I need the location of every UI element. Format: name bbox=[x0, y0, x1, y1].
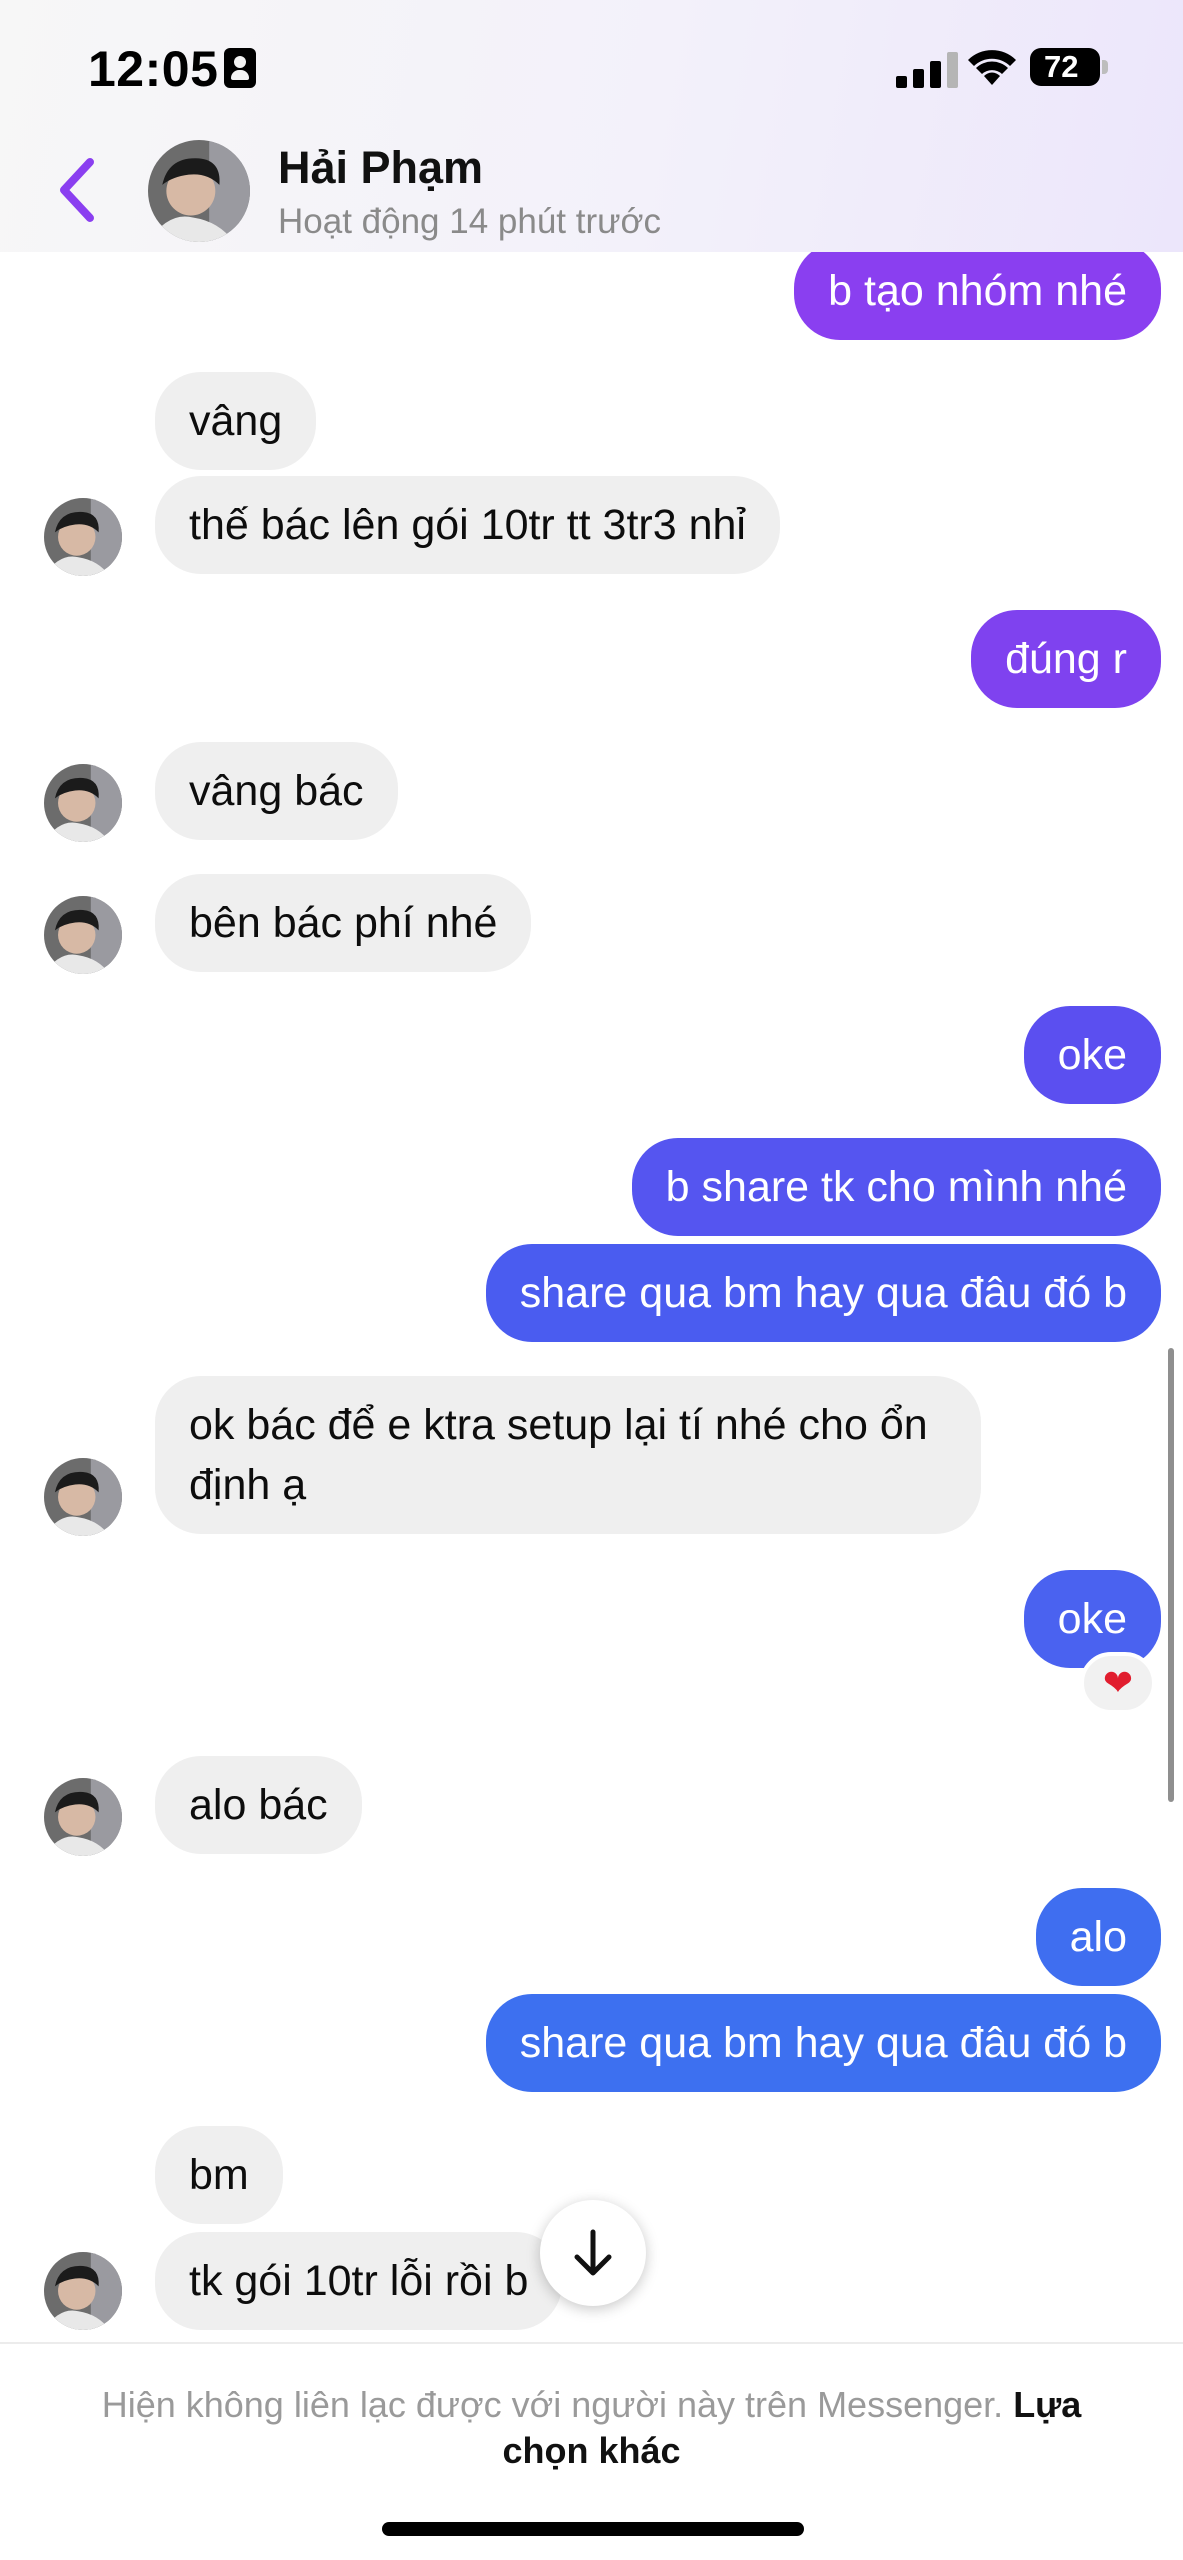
message-incoming[interactable]: thế bác lên gói 10tr tt 3tr3 nhỉ bbox=[155, 476, 780, 574]
message-incoming[interactable]: alo bác bbox=[155, 1756, 362, 1854]
battery-icon: 72 bbox=[1030, 48, 1100, 86]
scrollbar[interactable] bbox=[1168, 1348, 1174, 1802]
battery-level: 72 bbox=[1044, 49, 1079, 84]
cellular-signal-icon bbox=[896, 52, 962, 88]
message-outgoing[interactable]: share qua bm hay qua đâu đó b bbox=[485, 1244, 1161, 1342]
arrow-down-icon bbox=[574, 2229, 612, 2276]
sender-avatar[interactable] bbox=[44, 2252, 122, 2330]
message-outgoing[interactable]: đúng r bbox=[971, 610, 1161, 708]
message-outgoing[interactable]: b share tk cho mình nhé bbox=[631, 1138, 1161, 1236]
message-incoming[interactable]: vâng bbox=[155, 372, 317, 470]
chevron-left-icon[interactable] bbox=[52, 150, 102, 230]
message-outgoing[interactable]: b tạo nhóm nhé bbox=[794, 242, 1161, 340]
message-outgoing[interactable]: share qua bm hay qua đâu đó b bbox=[485, 1994, 1161, 2092]
contact-activity-status: Hoạt động 14 phút trước bbox=[278, 202, 662, 241]
heart-icon[interactable]: ❤ bbox=[1080, 1652, 1156, 1714]
chat-header: 12:05 72 Hải Phạm Hoạt động 14 phút trướ… bbox=[0, 0, 1183, 252]
message-outgoing[interactable]: oke bbox=[1023, 1006, 1161, 1104]
message-incoming[interactable]: bên bác phí nhé bbox=[155, 874, 532, 972]
battery-cap bbox=[1102, 60, 1108, 74]
sender-avatar[interactable] bbox=[44, 1778, 122, 1856]
message-outgoing[interactable]: oke bbox=[1023, 1570, 1161, 1668]
sender-avatar[interactable] bbox=[44, 498, 122, 576]
contact-card-icon bbox=[224, 48, 256, 88]
status-time: 12:05 bbox=[88, 41, 219, 97]
wifi-icon bbox=[968, 50, 1016, 85]
sender-avatar[interactable] bbox=[44, 764, 122, 842]
unavailable-notice: Hiện không liên lạc được với người này t… bbox=[60, 2382, 1123, 2474]
contact-name[interactable]: Hải Phạm bbox=[278, 142, 483, 194]
sender-avatar[interactable] bbox=[44, 1458, 122, 1536]
message-incoming[interactable]: bm bbox=[155, 2126, 283, 2224]
notice-text: Hiện không liên lạc được với người này t… bbox=[101, 2384, 1004, 2425]
message-incoming[interactable]: ok bác để e ktra setup lại tí nhé cho ổn… bbox=[155, 1376, 981, 1534]
scroll-to-bottom-button[interactable] bbox=[540, 2200, 646, 2306]
message-incoming[interactable]: tk gói 10tr lỗi rồi b bbox=[155, 2232, 563, 2330]
message-outgoing[interactable]: alo bbox=[1035, 1888, 1161, 1986]
home-indicator[interactable] bbox=[382, 2522, 804, 2536]
message-incoming[interactable]: vâng bác bbox=[155, 742, 398, 840]
contact-avatar[interactable] bbox=[148, 140, 250, 242]
sender-avatar[interactable] bbox=[44, 896, 122, 974]
footer-notice-bar: Hiện không liên lạc được với người này t… bbox=[0, 2342, 1183, 2560]
